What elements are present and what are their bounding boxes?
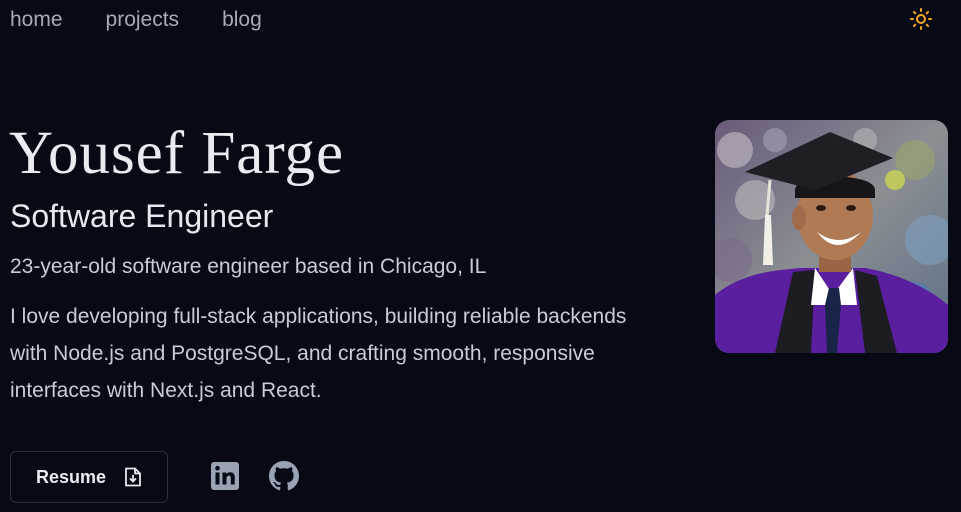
graduate-portrait-image (715, 120, 948, 353)
file-download-icon (125, 467, 141, 487)
job-title: Software Engineer (10, 198, 274, 234)
nav-blog-link[interactable]: blog (222, 6, 262, 34)
page: home projects blog Yousef Farge Software… (0, 0, 961, 512)
sun-icon (910, 8, 932, 30)
nav-home-link[interactable]: home (10, 6, 63, 34)
page-title: Yousef Farge (9, 120, 345, 187)
tagline: 23-year-old software engineer based in C… (10, 255, 487, 278)
nav-projects-link[interactable]: projects (106, 6, 180, 34)
resume-button[interactable]: Resume (10, 451, 168, 503)
resume-label: Resume (35, 466, 107, 487)
theme-toggle-button[interactable] (909, 7, 933, 31)
profile-photo (715, 120, 948, 353)
bio-paragraph: I love developing full-stack application… (10, 305, 627, 402)
github-icon[interactable] (269, 461, 299, 491)
linkedin-icon[interactable] (210, 461, 240, 491)
top-nav: home projects blog (10, 6, 305, 34)
